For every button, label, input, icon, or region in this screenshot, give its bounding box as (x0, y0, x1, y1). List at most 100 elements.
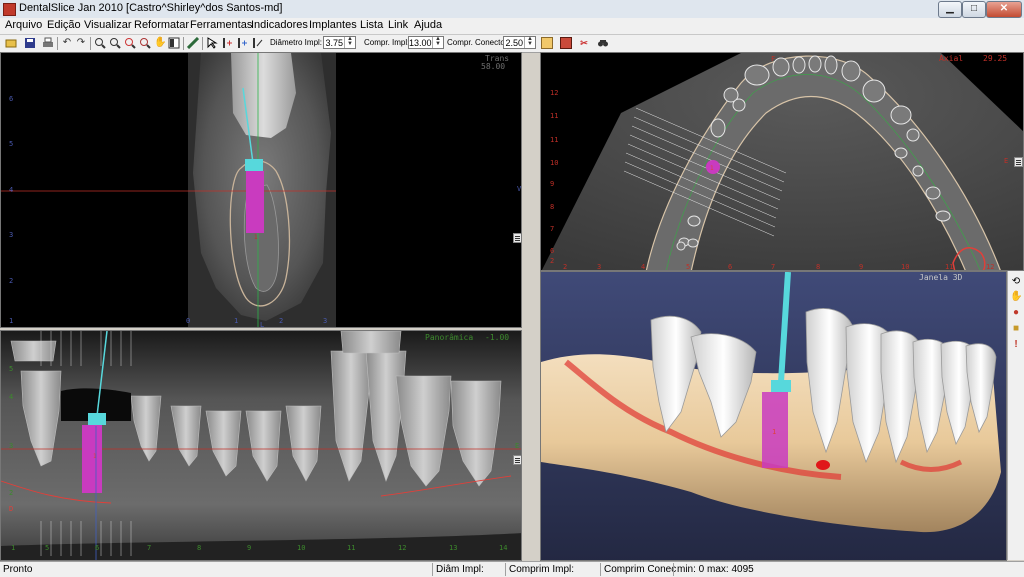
pointer-icon[interactable] (206, 37, 218, 49)
edit-implant-icon[interactable] (251, 37, 263, 49)
add-implant-alt-icon[interactable] (236, 37, 248, 49)
view-3d[interactable]: 1 Janela 3D (540, 271, 1007, 561)
svg-text:10: 10 (550, 159, 558, 167)
svg-text:5: 5 (9, 140, 13, 148)
folder-open-icon[interactable] (5, 37, 17, 49)
axial-view-value: 29.25 (983, 54, 1008, 63)
axial-view[interactable]: 1 12 11 11 10 9 8 7 6 2 2 3 4 5 6 7 8 9 10 11 12 F E Ax… (540, 52, 1024, 271)
clip-icon[interactable]: ■ (1010, 323, 1022, 335)
window-level-icon[interactable] (168, 37, 180, 49)
panoramic-view[interactable]: 1 5432 1567 8 9 10 11 12 13 14 E D Panorâmica… (0, 330, 522, 561)
print-icon[interactable] (42, 37, 54, 49)
svg-text:12: 12 (398, 544, 406, 552)
panoramic-view-value: -1.00 (485, 333, 510, 342)
binoculars-icon[interactable] (597, 37, 609, 49)
svg-text:11: 11 (347, 544, 355, 552)
status-ready: Pronto (3, 564, 33, 575)
menu-visualizar[interactable]: Visualizar (84, 19, 132, 31)
trans-view-value: 58.00 (481, 62, 506, 71)
svg-text:10: 10 (297, 544, 305, 552)
menu-indicadores[interactable]: Indicadores (251, 19, 308, 31)
menu-ferramentas[interactable]: Ferramentas (190, 19, 252, 31)
panoramic-scroll-handle[interactable] (513, 455, 521, 465)
toolbar: ↶ ↷ ✋ Diâmetro Impl: 3.75 ▲ ▼ Compr. Impl… (0, 35, 1024, 53)
report-icon[interactable] (560, 37, 572, 49)
svg-text:12: 12 (986, 263, 994, 271)
conector-input[interactable]: 2.50 ▲ ▼ (503, 36, 536, 49)
comprimento-spinner[interactable]: ▲ ▼ (432, 36, 443, 48)
redo-icon[interactable]: ↷ (75, 37, 87, 49)
svg-text:7: 7 (771, 263, 775, 271)
hand-icon[interactable]: ✋ (1010, 291, 1022, 303)
svg-text:7: 7 (550, 225, 554, 233)
zoom-in-icon[interactable] (94, 37, 106, 49)
menu-lista[interactable]: Lista (360, 19, 383, 31)
svg-text:11: 11 (550, 112, 558, 120)
measure-ruler-icon[interactable] (186, 36, 200, 50)
comprimento-input[interactable]: 13.00 ▲ ▼ (408, 36, 444, 49)
mask-icon[interactable]: ● (1010, 307, 1022, 319)
zoom-reset-icon[interactable] (139, 37, 151, 49)
svg-text:9: 9 (859, 263, 863, 271)
conector-spinner[interactable]: ▲ ▼ (524, 36, 535, 48)
trans-view-image: 1 6 5 4 3 2 1 0 1 2 3 V L (1, 53, 521, 328)
svg-text:5: 5 (9, 365, 13, 373)
menu-edicao[interactable]: Edição (47, 19, 81, 31)
svg-text:0: 0 (186, 317, 190, 325)
svg-text:12: 12 (550, 89, 558, 97)
diametro-value: 3.75 (325, 38, 343, 48)
view3d-label: Janela 3D (919, 273, 963, 282)
pan-hand-icon[interactable]: ✋ (154, 37, 166, 49)
app-logo-icon (3, 3, 16, 16)
maximize-button[interactable]: □ (962, 1, 986, 18)
menu-ajuda[interactable]: Ajuda (414, 19, 442, 31)
svg-text:8: 8 (197, 544, 201, 552)
zoom-window-icon[interactable] (124, 37, 136, 49)
zoom-out-icon[interactable] (109, 37, 121, 49)
svg-text:3: 3 (9, 442, 13, 450)
svg-text:7: 7 (147, 544, 151, 552)
diametro-input[interactable]: 3.75 ▲ ▼ (323, 36, 356, 49)
comprimento-label: Compr. Impl: (364, 38, 410, 47)
menu-bar: Arquivo Edição Visualizar Reformatar Fer… (0, 18, 1024, 35)
svg-text:1: 1 (234, 317, 238, 325)
close-button[interactable]: ✕ (986, 1, 1022, 18)
reset-view-icon[interactable]: ⟲ (1010, 276, 1022, 288)
add-implant-icon[interactable] (221, 37, 233, 49)
menu-arquivo[interactable]: Arquivo (5, 19, 42, 31)
axial-view-image: 1 12 11 11 10 9 8 7 6 2 2 3 4 5 6 7 8 9 10 11 12 F E (541, 53, 1023, 271)
panoramic-view-image: 1 5432 1567 8 9 10 11 12 13 14 E D (1, 331, 521, 560)
svg-text:6: 6 (728, 263, 732, 271)
menu-reformatar[interactable]: Reformatar (134, 19, 189, 31)
trans-scroll-handle[interactable] (513, 233, 521, 243)
axial-scroll-handle[interactable] (1014, 157, 1023, 167)
view3d-implant-label: 1 (772, 428, 776, 436)
save-icon[interactable] (24, 37, 36, 49)
menu-link[interactable]: Link (388, 19, 408, 31)
window-title: DentalSlice Jan 2010 [Castro^Shirley^dos… (19, 2, 283, 14)
delete-implant-icon[interactable]: ✂ (578, 37, 590, 49)
trans-bottom-letter: L (260, 321, 264, 328)
svg-text:4: 4 (641, 263, 645, 271)
title-bar: DentalSlice Jan 2010 [Castro^Shirley^dos… (0, 0, 1024, 19)
menu-implantes[interactable]: Implantes (309, 19, 357, 31)
panoramic-view-label: Panorâmica (425, 333, 474, 342)
status-diam: Diâm Impl: (436, 564, 484, 575)
svg-text:3: 3 (9, 231, 13, 239)
svg-text:13: 13 (449, 544, 457, 552)
svg-text:6: 6 (95, 544, 99, 552)
trans-view[interactable]: 1 654 321 0123 V L Trans 58.00 (0, 52, 522, 328)
svg-text:2: 2 (9, 489, 13, 497)
capture-image-icon[interactable] (541, 37, 553, 49)
pan-bottom-letter: D (9, 505, 13, 513)
svg-text:11: 11 (550, 136, 558, 144)
diametro-spinner[interactable]: ▲ ▼ (344, 36, 355, 48)
svg-text:2: 2 (563, 263, 567, 271)
svg-text:8: 8 (816, 263, 820, 271)
svg-text:10: 10 (901, 263, 909, 271)
alert-icon[interactable]: ! (1010, 339, 1022, 351)
svg-text:4: 4 (9, 186, 13, 194)
svg-text:3: 3 (323, 317, 327, 325)
undo-icon[interactable]: ↶ (61, 37, 73, 49)
minimize-button[interactable]: ▁ (938, 1, 962, 18)
